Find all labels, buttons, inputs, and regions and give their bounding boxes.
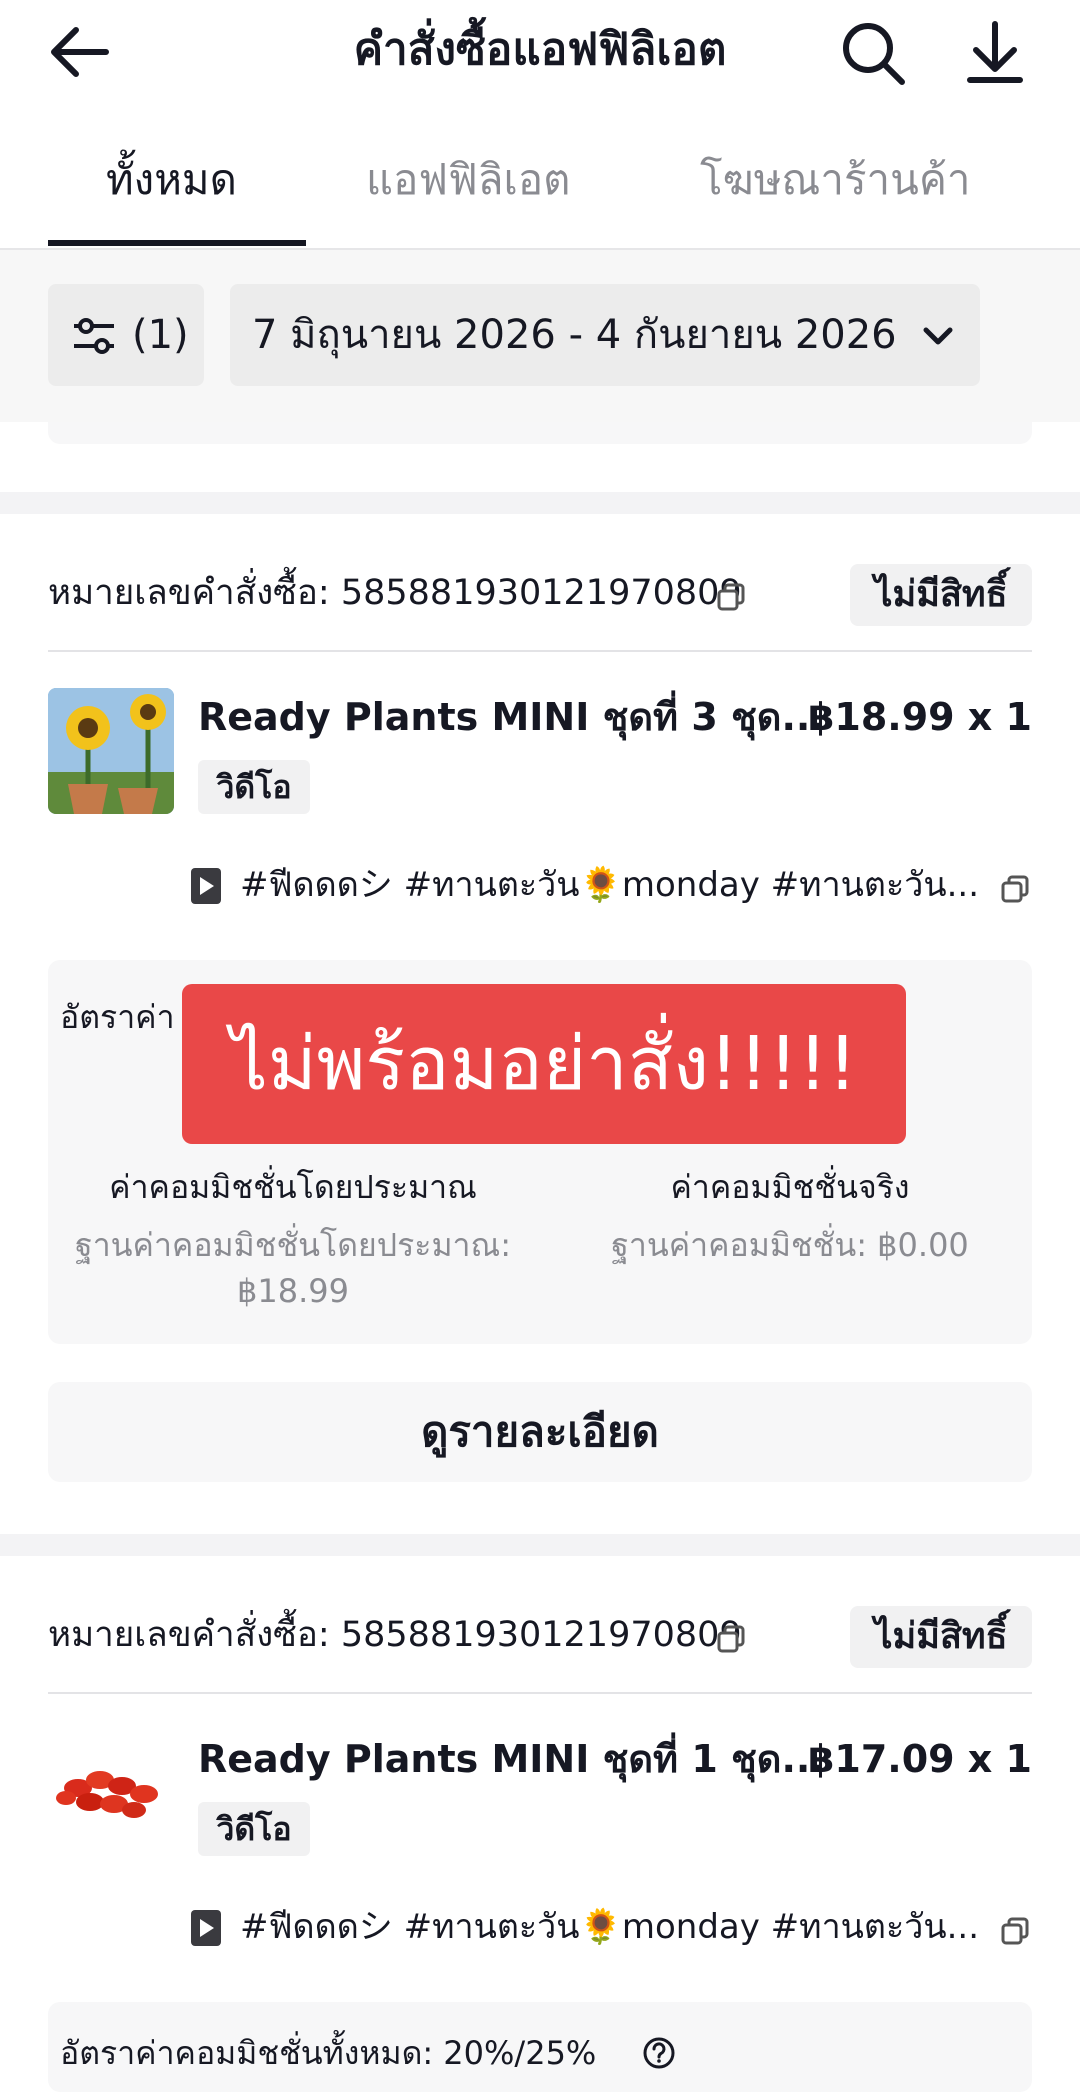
status-badge: ไม่มีสิทธิ์ xyxy=(850,564,1032,626)
chevron-down-icon xyxy=(923,327,953,345)
date-range-text: 7 มิถุนายน 2026 - 4 กันยายน 2026 xyxy=(252,312,897,358)
order-number: หมายเลขคำสั่งซื้อ: 585881930121970809 xyxy=(48,573,742,613)
actual-commission-title: ค่าคอมมิชชั่นจริง xyxy=(670,1168,910,1206)
product-name[interactable]: Ready Plants MINI ชุดที่ 3 ชุด... xyxy=(198,690,825,744)
tab-bar: ทั้งหมด แอฟฟิลิเอต โฆษณาร้านค้า xyxy=(0,130,1080,250)
product-name[interactable]: Ready Plants MINI ชุดที่ 1 ชุด... xyxy=(198,1732,825,1786)
copy-icon[interactable] xyxy=(716,1624,746,1654)
source-tag: วิดีโอ xyxy=(198,1802,310,1856)
price-quantity: ฿17.09 x 1 xyxy=(807,1737,1032,1781)
estimated-commission-base: ฐานค่าคอมมิชชั่นโดยประมาณ: ฿18.99 xyxy=(75,1226,511,1310)
card-separator xyxy=(0,1534,1080,1556)
warning-banner-overlay: ไม่พร้อมอย่าสั่ง!!!!! xyxy=(182,984,906,1144)
previous-card-bottom xyxy=(48,422,1032,444)
card-separator xyxy=(0,492,1080,514)
page-title: คำสั่งซื้อแอฟฟิลิเอต xyxy=(353,24,727,75)
commission-rate-label: อัตราค่า xyxy=(60,998,175,1036)
copy-icon[interactable] xyxy=(1000,874,1030,904)
product-image[interactable] xyxy=(48,1730,174,1856)
divider xyxy=(48,650,1032,652)
order-number: หมายเลขคำสั่งซื้อ: 585881930121970809 xyxy=(48,1615,742,1655)
video-caption[interactable]: #ฟีดดดシ #ทานตะวัน🌻monday #ทานตะวัน... xyxy=(240,860,979,910)
copy-icon[interactable] xyxy=(1000,1916,1030,1946)
filter-sliders-icon xyxy=(74,318,114,354)
actual-commission-base: ฐานค่าคอมมิชชั่น: ฿0.00 xyxy=(611,1226,969,1264)
tab-affiliate[interactable]: แอฟฟิลิเอต xyxy=(366,150,570,210)
app-header: คำสั่งซื้อแอฟฟิลิเอต xyxy=(0,0,1080,110)
copy-icon[interactable] xyxy=(716,582,746,612)
tab-shop-ads[interactable]: โฆษณาร้านค้า xyxy=(700,150,971,210)
date-range-selector[interactable]: 7 มิถุนายน 2026 - 4 กันยายน 2026 xyxy=(230,284,980,386)
active-tab-indicator xyxy=(48,240,306,246)
search-icon[interactable] xyxy=(838,18,918,88)
commission-box: อัตราค่าคอมมิชชั่นทั้งหมด: 20%/25% xyxy=(48,2002,1032,2092)
source-tag: วิดีโอ xyxy=(198,760,310,814)
video-play-icon xyxy=(191,868,221,904)
order-card: หมายเลขคำสั่งซื้อ: 585881930121970809 ไม… xyxy=(0,1556,1080,2092)
filter-button[interactable]: (1) xyxy=(48,284,204,386)
commission-rate-label: อัตราค่าคอมมิชชั่นทั้งหมด: 20%/25% xyxy=(60,2034,597,2072)
status-badge: ไม่มีสิทธิ์ xyxy=(850,1606,1032,1668)
filter-bar: (1) 7 มิถุนายน 2026 - 4 กันยายน 2026 xyxy=(0,250,1080,422)
product-image[interactable] xyxy=(48,688,174,814)
filter-count: (1) xyxy=(132,312,189,358)
view-details-button[interactable]: ดูรายละเอียด xyxy=(48,1382,1032,1482)
help-icon[interactable] xyxy=(642,2036,676,2070)
divider xyxy=(48,1692,1032,1694)
video-play-icon xyxy=(191,1910,221,1946)
video-caption[interactable]: #ฟีดดดシ #ทานตะวัน🌻monday #ทานตะวัน... xyxy=(240,1902,979,1952)
price-quantity: ฿18.99 x 1 xyxy=(807,695,1032,739)
tab-all[interactable]: ทั้งหมด xyxy=(106,150,237,210)
download-icon[interactable] xyxy=(960,18,1030,88)
estimated-commission-title: ค่าคอมมิชชั่นโดยประมาณ xyxy=(109,1168,477,1206)
